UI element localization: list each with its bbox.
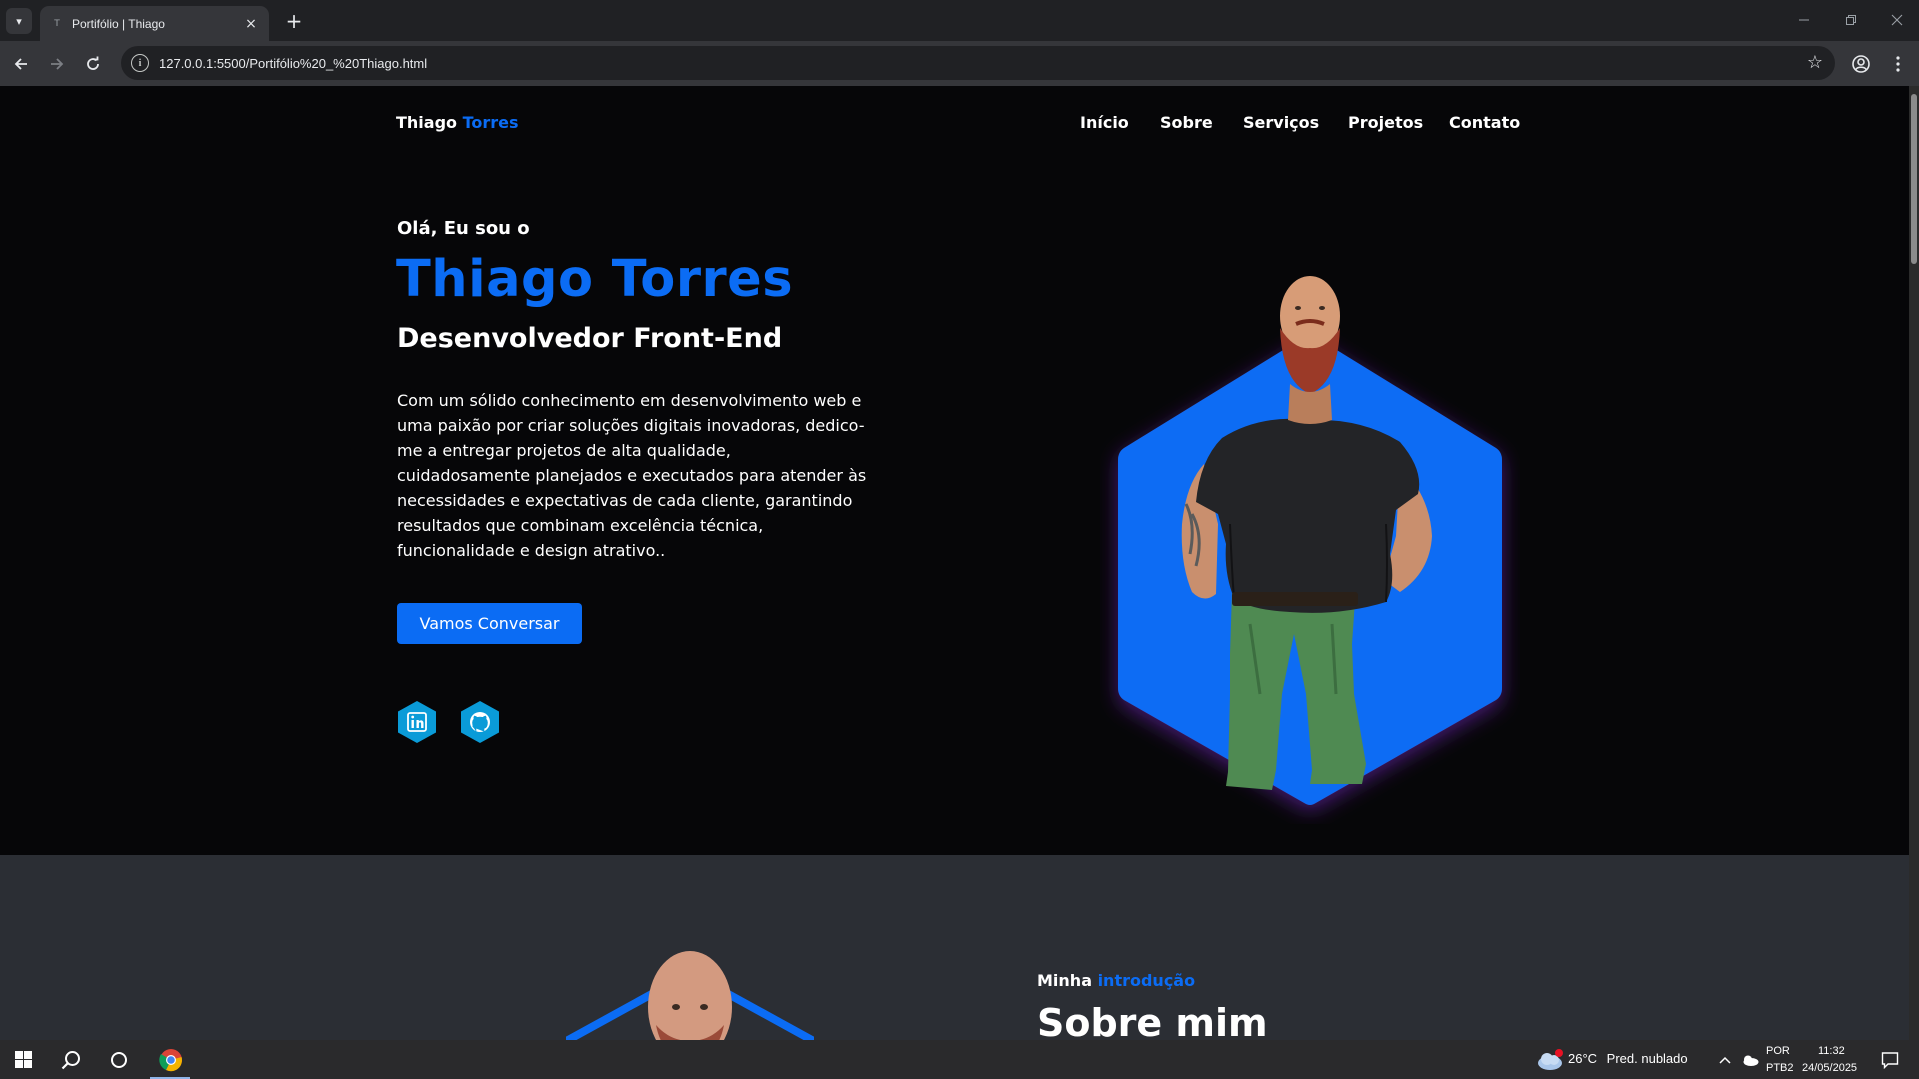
new-tab-button[interactable]: + — [281, 8, 307, 34]
weather-readout[interactable]: 26°C Pred. nublado — [1568, 1051, 1688, 1066]
windows-start-icon[interactable] — [0, 1040, 46, 1079]
weather-temp: 26°C — [1568, 1051, 1598, 1066]
site-info-icon[interactable]: i — [131, 54, 149, 72]
page-viewport: Thiago Torres Início Sobre Serviços Proj… — [0, 86, 1909, 1040]
language-indicator-bottom[interactable]: PTB2 — [1766, 1062, 1794, 1074]
address-bar[interactable]: i 127.0.0.1:5500/Portifólio%20_%20Thiago… — [121, 46, 1835, 80]
language-indicator-top[interactable]: POR — [1766, 1045, 1790, 1057]
tab-title: Portifólio | Thiago — [72, 16, 165, 31]
clock-date[interactable]: 24/05/2025 — [1802, 1062, 1857, 1074]
cortana-icon[interactable] — [96, 1040, 142, 1079]
lets-talk-button[interactable]: Vamos Conversar — [397, 603, 582, 644]
onedrive-icon[interactable] — [1738, 1040, 1762, 1079]
menu-kebab-icon[interactable] — [1883, 49, 1913, 79]
clock-time[interactable]: 11:32 — [1818, 1045, 1845, 1057]
favicon-icon: T — [54, 18, 60, 29]
weather-cloud-icon[interactable] — [1530, 1040, 1570, 1079]
windows-taskbar: 26°C Pred. nublado POR PTB2 11:32 24/05/… — [0, 1040, 1919, 1079]
forward-arrow-icon[interactable] — [42, 49, 72, 79]
close-window-icon[interactable] — [1879, 6, 1915, 34]
weather-desc: Pred. nublado — [1606, 1051, 1688, 1066]
hero-avatar-illustration — [1118, 276, 1502, 805]
browser-tabbar: ▾ T Portifólio | Thiago × + — [0, 0, 1919, 41]
hero-role: Desenvolvedor Front-End — [397, 323, 783, 354]
back-arrow-icon[interactable] — [6, 49, 36, 79]
about-subtitle: Minha introdução — [1037, 971, 1195, 990]
about-subtitle-first: Minha — [1037, 971, 1092, 990]
restore-icon[interactable] — [1833, 6, 1869, 34]
logo-first-name: Thiago — [396, 113, 458, 132]
page-scrollbar[interactable] — [1909, 86, 1919, 1040]
nav-link-projetos[interactable]: Projetos — [1348, 113, 1423, 132]
reload-icon[interactable] — [78, 49, 108, 79]
hero-name: Thiago Torres — [396, 250, 794, 309]
bookmark-star-icon[interactable]: ☆ — [1807, 52, 1823, 73]
site-logo[interactable]: Thiago Torres — [396, 113, 519, 132]
nav-link-sobre[interactable]: Sobre — [1160, 113, 1213, 132]
chrome-icon[interactable] — [148, 1040, 194, 1079]
scrollbar-thumb[interactable] — [1911, 94, 1917, 264]
tab-close-icon[interactable]: × — [241, 14, 261, 34]
url-text[interactable]: 127.0.0.1:5500/Portifólio%20_%20Thiago.h… — [159, 56, 427, 71]
search-icon[interactable] — [48, 1040, 94, 1079]
browser-toolbar: i 127.0.0.1:5500/Portifólio%20_%20Thiago… — [0, 41, 1919, 86]
linkedin-icon[interactable] — [396, 700, 438, 744]
nav-link-inicio[interactable]: Início — [1080, 113, 1129, 132]
browser-tab[interactable]: T Portifólio | Thiago × — [40, 6, 269, 41]
about-title: Sobre mim — [1037, 1001, 1268, 1040]
hero-description: Com um sólido conhecimento em desenvolvi… — [397, 391, 867, 560]
minimize-icon[interactable] — [1786, 6, 1822, 34]
hero-greeting: Olá, Eu sou o — [397, 218, 530, 239]
about-subtitle-accent: introdução — [1097, 971, 1196, 990]
notifications-icon[interactable] — [1872, 1040, 1908, 1079]
tab-list-icon[interactable]: ▾ — [6, 8, 32, 34]
github-icon[interactable] — [459, 700, 501, 744]
hero-section: Thiago Torres Início Sobre Serviços Proj… — [0, 86, 1909, 855]
logo-last-name: Torres — [462, 113, 519, 132]
nav-link-contato[interactable]: Contato — [1449, 113, 1520, 132]
nav-link-servicos[interactable]: Serviços — [1243, 113, 1319, 132]
tray-chevron-icon[interactable] — [1714, 1040, 1736, 1079]
about-avatar-illustration — [566, 951, 814, 1040]
profile-icon[interactable] — [1846, 49, 1876, 79]
about-section: Minha introdução Sobre mim — [0, 855, 1909, 1040]
